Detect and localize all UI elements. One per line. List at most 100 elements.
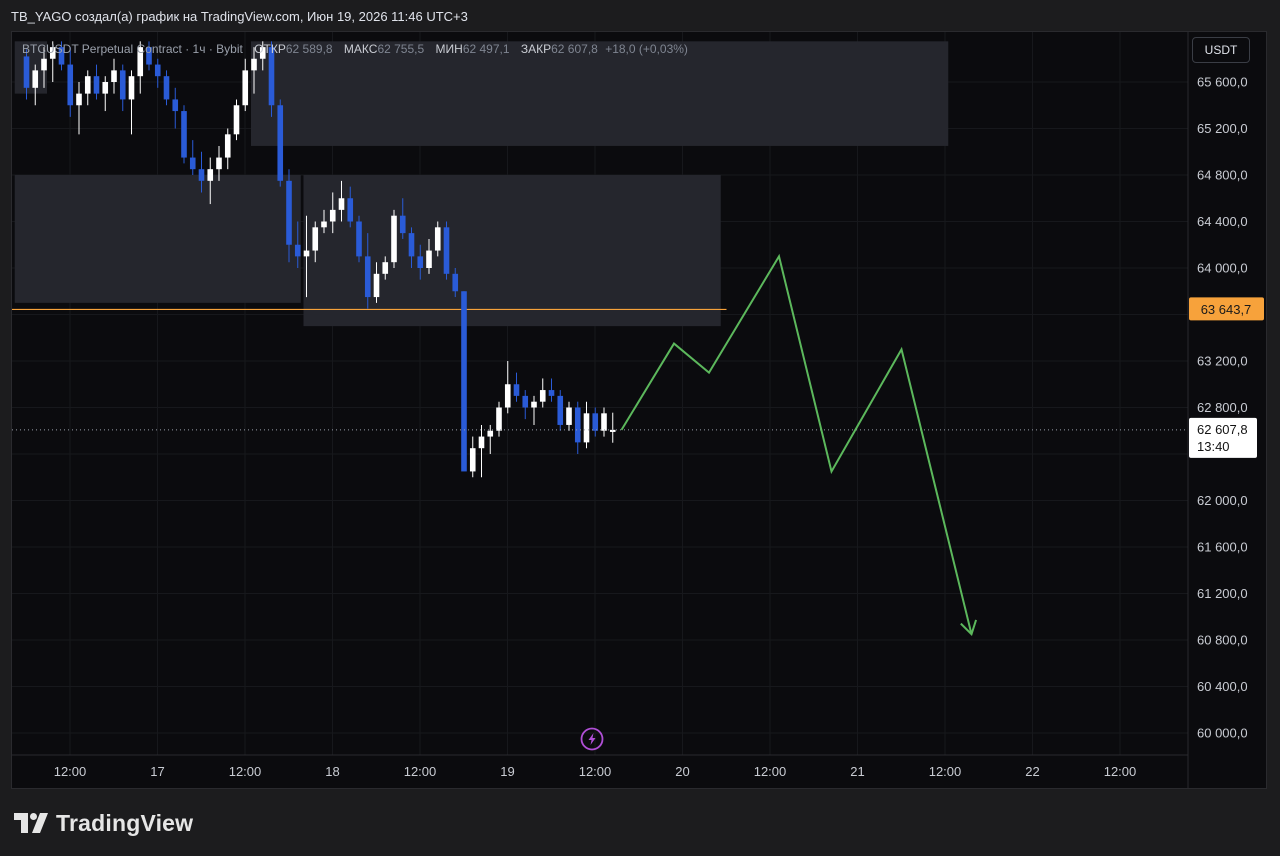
price-axis-label: 60 000,0 <box>1197 726 1248 741</box>
candle-body[interactable] <box>216 157 222 170</box>
price-axis-label: 61 200,0 <box>1197 586 1248 601</box>
candle-body[interactable] <box>338 198 345 210</box>
candle-body[interactable] <box>399 215 406 234</box>
open-value: 62 589,8 <box>285 42 333 56</box>
candle-body[interactable] <box>592 413 599 431</box>
price-axis-label: 60 400,0 <box>1197 679 1248 694</box>
candle-body[interactable] <box>286 180 292 245</box>
candle-body[interactable] <box>233 105 240 135</box>
candle-body[interactable] <box>557 395 564 425</box>
candle-body[interactable] <box>364 256 371 298</box>
candle-body[interactable] <box>487 430 494 437</box>
supply-zone-rectangle[interactable] <box>303 175 721 327</box>
candle-body[interactable] <box>347 198 354 222</box>
candle-body[interactable] <box>76 93 82 106</box>
time-axis-label: 12:00 <box>404 764 437 779</box>
price-axis-label: 62 000,0 <box>1197 493 1248 508</box>
candle-body[interactable] <box>329 209 336 222</box>
chart-frame[interactable]: 65 600,0 65 200,0 64 800,0 64 400,0 64 000,0… <box>11 31 1267 789</box>
ohlc-legend: BTCUSDT Perpetual Contract · 1ч · Bybit … <box>22 42 688 56</box>
candle-body[interactable] <box>513 384 520 396</box>
candle-body[interactable] <box>391 215 397 263</box>
price-axis-label: 64 800,0 <box>1197 168 1248 183</box>
candle-body[interactable] <box>434 227 441 251</box>
candle-body[interactable] <box>531 401 537 408</box>
candle-body[interactable] <box>321 221 327 228</box>
candle-body[interactable] <box>312 227 319 251</box>
price-chart[interactable]: 65 600,0 65 200,0 64 800,0 64 400,0 64 000,0… <box>12 32 1267 789</box>
candle-body[interactable] <box>111 70 117 82</box>
candle-body[interactable] <box>277 105 284 181</box>
candle-body[interactable] <box>539 390 546 402</box>
candle-body[interactable] <box>496 407 502 431</box>
time-axis-label: 21 <box>850 764 864 779</box>
interval-label[interactable]: 1ч <box>193 42 206 56</box>
candle-body[interactable] <box>373 273 380 298</box>
time-axis-label: 12:00 <box>754 764 787 779</box>
candle-body[interactable] <box>154 64 161 77</box>
candle-body[interactable] <box>251 58 257 71</box>
candle-body[interactable] <box>41 58 47 71</box>
candle-body[interactable] <box>461 291 467 472</box>
tradingview-logo-text: TradingView <box>56 809 194 836</box>
candle-body[interactable] <box>356 221 362 257</box>
candle-body[interactable] <box>548 390 555 396</box>
candle-body[interactable] <box>408 233 415 257</box>
low-value: 62 497,1 <box>462 42 510 56</box>
time-axis-label: 12:00 <box>229 764 262 779</box>
candle-body[interactable] <box>303 250 310 257</box>
candle-body[interactable] <box>443 227 450 274</box>
high-label: МАКС <box>343 42 378 56</box>
candle-body[interactable] <box>601 413 607 431</box>
last-price-tag-value: 62 607,8 <box>1197 422 1248 437</box>
tradingview-logo: TradingView <box>14 808 193 838</box>
time-axis-label: 12:00 <box>929 764 962 779</box>
chart-caption: TB_YAGO создал(а) график на TradingView.… <box>11 9 468 24</box>
open-label: ОТКР <box>254 42 286 56</box>
time-axis-label: 12:00 <box>54 764 87 779</box>
candle-body[interactable] <box>583 413 590 443</box>
candle-body[interactable] <box>23 56 30 88</box>
price-axis-label: 64 000,0 <box>1197 261 1248 276</box>
candle-body[interactable] <box>163 76 170 100</box>
currency-selector-button[interactable]: USDT <box>1192 37 1250 63</box>
candle-body[interactable] <box>102 82 109 94</box>
candle-body[interactable] <box>198 169 205 181</box>
candle-body[interactable] <box>478 436 485 449</box>
candle-body[interactable] <box>224 134 231 158</box>
time-axis-label: 18 <box>325 764 339 779</box>
candle-body[interactable] <box>504 384 511 408</box>
alert-lightning-icon[interactable] <box>580 727 604 751</box>
symbol-name[interactable]: BTCUSDT Perpetual Contract <box>22 42 182 56</box>
candle-body[interactable] <box>172 99 179 112</box>
candle-body[interactable] <box>417 256 424 268</box>
candle-body[interactable] <box>566 407 572 425</box>
price-axis-label: 62 800,0 <box>1197 400 1248 415</box>
price-axis-label: 65 600,0 <box>1197 75 1248 90</box>
supply-zone-rectangle[interactable] <box>251 41 949 146</box>
candle-body[interactable] <box>93 76 100 94</box>
candle-body[interactable] <box>181 111 187 158</box>
candle-body[interactable] <box>84 76 91 94</box>
candle-body[interactable] <box>119 70 126 100</box>
candle-body[interactable] <box>128 76 135 100</box>
supply-zone-rectangle[interactable] <box>14 175 301 303</box>
change-value: +18,0 (+0,03%) <box>605 42 688 56</box>
time-axis-label: 17 <box>150 764 164 779</box>
candle-body[interactable] <box>67 64 74 106</box>
candle-body[interactable] <box>189 157 196 170</box>
time-axis-label: 20 <box>675 764 689 779</box>
candle-body[interactable] <box>207 169 214 181</box>
candle-body[interactable] <box>469 448 476 472</box>
candle-body[interactable] <box>294 244 301 257</box>
low-label: МИН <box>435 42 463 56</box>
candle-body[interactable] <box>426 250 432 268</box>
candle-body[interactable] <box>242 70 249 106</box>
time-axis-label: 22 <box>1025 764 1039 779</box>
candle-body[interactable] <box>452 273 459 292</box>
candle-body[interactable] <box>522 395 529 408</box>
close-label: ЗАКР <box>520 42 552 56</box>
candle-body[interactable] <box>382 262 389 274</box>
candle-body[interactable] <box>574 407 581 443</box>
candle-body[interactable] <box>32 70 39 88</box>
